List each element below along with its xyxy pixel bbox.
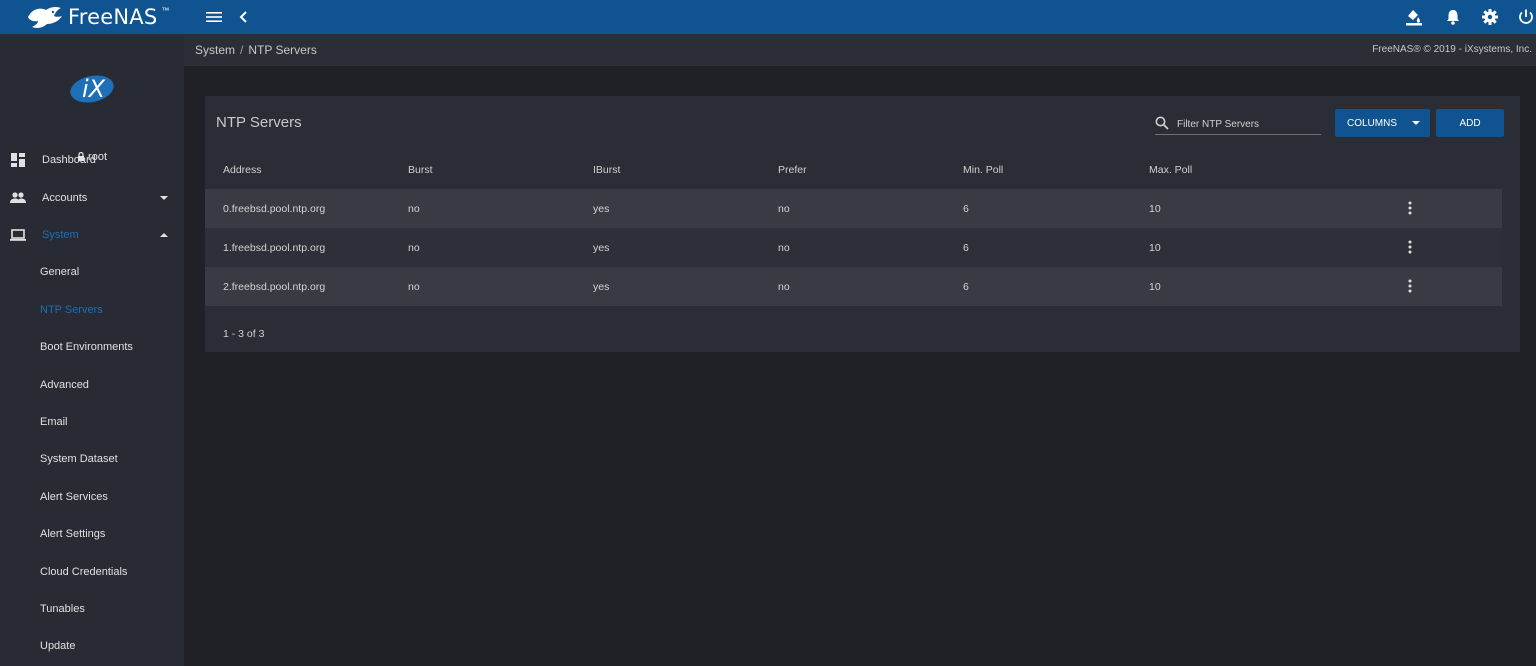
copyright-text: FreeNAS® © 2019 - iXsystems, Inc. xyxy=(1372,44,1532,55)
breadcrumb-current: NTP Servers xyxy=(248,43,317,57)
cell-prefer: no xyxy=(778,242,790,254)
menu-icon[interactable] xyxy=(204,7,224,27)
caret-up-icon xyxy=(160,233,168,237)
more-vert-icon[interactable] xyxy=(1404,200,1416,216)
sidebar-item-accounts[interactable]: Accounts xyxy=(0,181,184,215)
cell-iburst: yes xyxy=(593,242,610,254)
app-name: FreeNAS xyxy=(68,5,158,29)
column-header-max-poll[interactable]: Max. Poll xyxy=(1149,164,1192,176)
ix-logo: iX xyxy=(70,75,114,103)
sidebar-subitem-alert-settings[interactable]: Alert Settings xyxy=(0,519,184,549)
add-button[interactable]: ADD xyxy=(1436,109,1504,137)
sidebar-item-label: System xyxy=(42,229,79,241)
table-row[interactable]: 2.freebsd.pool.ntp.org no yes no 6 10 xyxy=(205,267,1502,306)
sidebar-subitem-system-dataset[interactable]: System Dataset xyxy=(0,444,184,474)
sidebar-subitem-label: Cloud Credentials xyxy=(40,566,128,578)
sidebar-subitem-label: Alert Settings xyxy=(40,528,106,540)
cell-address: 2.freebsd.pool.ntp.org xyxy=(223,281,326,293)
breadcrumb-bar: System / NTP Servers FreeNAS® © 2019 - iXs… xyxy=(184,34,1536,66)
sidebar-subitem-label: Tunables xyxy=(40,603,85,615)
update-icon[interactable] xyxy=(1404,7,1424,27)
chevron-left-icon[interactable] xyxy=(234,7,254,27)
dashboard-icon xyxy=(11,153,25,167)
table-row[interactable]: 0.freebsd.pool.ntp.org no yes no 6 10 xyxy=(205,189,1502,228)
table-row[interactable]: 1.freebsd.pool.ntp.org no yes no 6 10 xyxy=(205,228,1502,267)
sidebar-subitem-email[interactable]: Email xyxy=(0,407,184,437)
freenas-bird-icon xyxy=(28,6,62,28)
columns-button[interactable]: COLUMNS xyxy=(1335,109,1430,137)
sidebar-item-dashboard[interactable]: Dashboard xyxy=(0,143,184,177)
column-header-address[interactable]: Address xyxy=(223,164,262,176)
breadcrumb-separator: / xyxy=(240,43,244,57)
table-header: Address Burst IBurst Prefer Min. Poll Ma… xyxy=(205,151,1520,189)
ntp-servers-card: NTP Servers COLUMNS ADD Address Burst IB… xyxy=(205,96,1520,352)
column-header-min-poll[interactable]: Min. Poll xyxy=(963,164,1003,176)
cell-prefer: no xyxy=(778,281,790,293)
breadcrumb-parent[interactable]: System xyxy=(195,43,235,57)
cell-address: 0.freebsd.pool.ntp.org xyxy=(223,203,326,215)
column-header-prefer[interactable]: Prefer xyxy=(778,164,807,176)
power-icon[interactable] xyxy=(1516,7,1536,27)
cell-max-poll: 10 xyxy=(1149,242,1161,254)
top-toolbar: FreeNAS ™ xyxy=(0,0,1536,34)
add-button-label: ADD xyxy=(1459,117,1481,129)
cell-iburst: yes xyxy=(593,281,610,293)
trademark: ™ xyxy=(161,6,170,15)
sidebar-subitem-alert-services[interactable]: Alert Services xyxy=(0,482,184,512)
caret-down-icon xyxy=(160,196,168,200)
sidebar-item-system[interactable]: System xyxy=(0,218,184,252)
filter-input[interactable] xyxy=(1177,116,1319,132)
sidebar-subitem-label: Advanced xyxy=(40,379,89,391)
columns-button-label: COLUMNS xyxy=(1347,117,1398,129)
svg-text:iX: iX xyxy=(82,75,106,103)
sidebar-subitem-label: Alert Services xyxy=(40,491,108,503)
cell-min-poll: 6 xyxy=(963,281,969,293)
search-icon xyxy=(1155,116,1169,130)
sidebar-subitem-general[interactable]: General xyxy=(0,257,184,287)
more-vert-icon[interactable] xyxy=(1404,239,1416,255)
sidebar-subitem-ntp-servers[interactable]: NTP Servers xyxy=(0,295,184,325)
sidebar-subitem-boot-environments[interactable]: Boot Environments xyxy=(0,332,184,362)
sidebar-subitem-label: System Dataset xyxy=(40,453,118,465)
sidebar-subitem-update[interactable]: Update xyxy=(0,631,184,661)
accounts-icon xyxy=(10,192,26,203)
sidebar: iX root Dashboard Accounts System Genera… xyxy=(0,34,184,666)
sidebar-subitem-label: Update xyxy=(40,640,76,652)
cell-min-poll: 6 xyxy=(963,242,969,254)
paginator-range: 1 - 3 of 3 xyxy=(223,328,265,340)
column-header-burst[interactable]: Burst xyxy=(408,164,433,176)
sidebar-subitem-label: Boot Environments xyxy=(40,341,133,353)
laptop-icon xyxy=(10,229,26,241)
cell-iburst: yes xyxy=(593,203,610,215)
sidebar-item-label: Accounts xyxy=(42,192,88,204)
cell-max-poll: 10 xyxy=(1149,203,1161,215)
cell-min-poll: 6 xyxy=(963,203,969,215)
caret-down-icon xyxy=(1412,121,1420,125)
cell-max-poll: 10 xyxy=(1149,281,1161,293)
breadcrumb: System / NTP Servers xyxy=(195,43,317,57)
sidebar-subitem-label: General xyxy=(40,266,80,278)
column-header-iburst[interactable]: IBurst xyxy=(593,164,620,176)
cell-address: 1.freebsd.pool.ntp.org xyxy=(223,242,326,254)
card-title: NTP Servers xyxy=(216,114,302,131)
cell-burst: no xyxy=(408,281,420,293)
cell-burst: no xyxy=(408,203,420,215)
bell-icon[interactable] xyxy=(1443,7,1463,27)
sidebar-subitem-cloud-credentials[interactable]: Cloud Credentials xyxy=(0,557,184,587)
sidebar-subitem-advanced[interactable]: Advanced xyxy=(0,370,184,400)
cell-prefer: no xyxy=(778,203,790,215)
freenas-logo[interactable]: FreeNAS ™ xyxy=(26,2,169,32)
cell-burst: no xyxy=(408,242,420,254)
sidebar-subitem-label: Email xyxy=(40,416,68,428)
more-vert-icon[interactable] xyxy=(1404,278,1416,294)
sidebar-subitem-label: NTP Servers xyxy=(40,304,103,316)
gear-icon[interactable] xyxy=(1480,7,1500,27)
filter-search xyxy=(1155,111,1321,135)
sidebar-subitem-tunables[interactable]: Tunables xyxy=(0,594,184,624)
sidebar-item-label: Dashboard xyxy=(42,154,96,166)
